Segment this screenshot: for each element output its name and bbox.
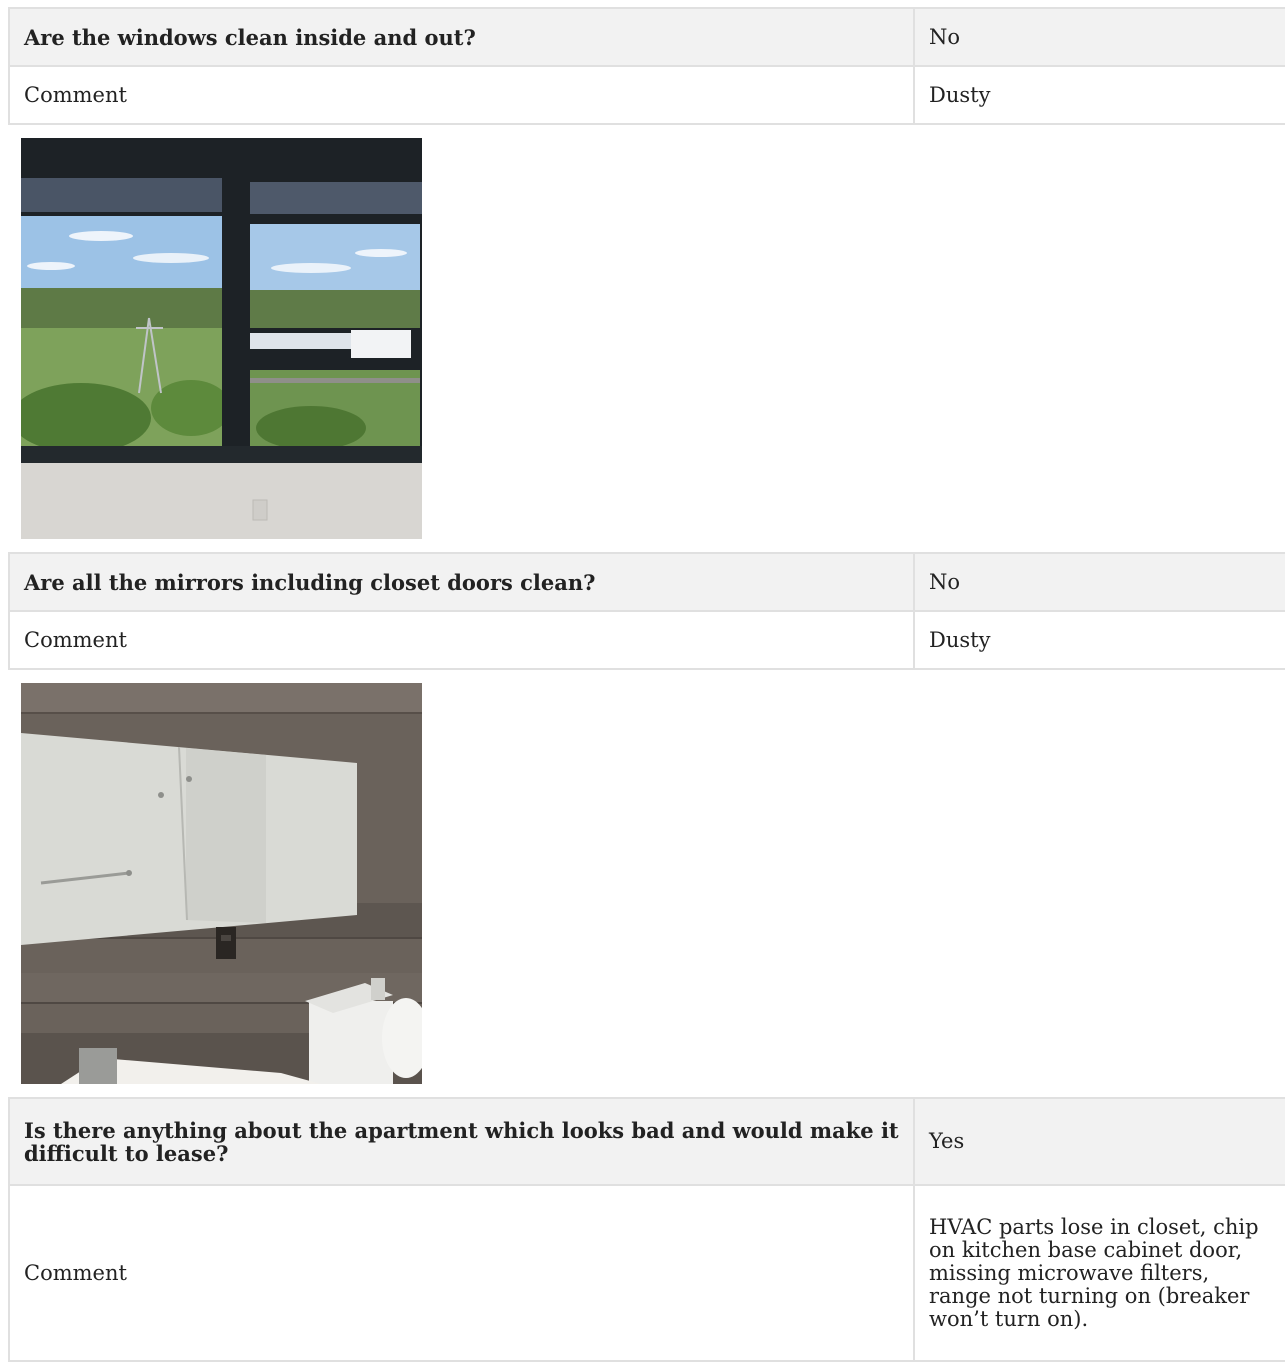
question-row: Are the windows clean inside and out? No <box>8 7 1285 67</box>
question-text: Are all the mirrors including closet doo… <box>8 552 915 612</box>
answer-value: Yes <box>913 1097 1285 1186</box>
comment-label: Comment <box>8 1184 915 1362</box>
comment-value: Dusty <box>913 65 1285 125</box>
question-text: Is there anything about the apartment wh… <box>8 1097 915 1186</box>
question-row: Is there anything about the apartment wh… <box>8 1097 1285 1186</box>
answer-value: No <box>913 552 1285 612</box>
comment-row: Comment HVAC parts lose in closet, chip … <box>8 1184 1285 1362</box>
inspection-item-mirrors: Are all the mirrors including closet doo… <box>8 552 1285 670</box>
comment-value: HVAC parts lose in closet, chip on kitch… <box>913 1184 1285 1362</box>
inspection-item-windows: Are the windows clean inside and out? No… <box>8 7 1285 125</box>
question-text: Are the windows clean inside and out? <box>8 7 915 67</box>
comment-value: Dusty <box>913 610 1285 670</box>
comment-row: Comment Dusty <box>8 65 1285 125</box>
comment-label: Comment <box>8 65 915 125</box>
inspection-report: Are the windows clean inside and out? No… <box>8 7 1285 1362</box>
bathroom-mirror-photo[interactable] <box>21 683 422 1084</box>
window-view-photo[interactable] <box>21 138 422 539</box>
question-row: Are all the mirrors including closet doo… <box>8 552 1285 612</box>
comment-label: Comment <box>8 610 915 670</box>
inspection-item-lease-issues: Is there anything about the apartment wh… <box>8 1097 1285 1362</box>
answer-value: No <box>913 7 1285 67</box>
comment-row: Comment Dusty <box>8 610 1285 670</box>
